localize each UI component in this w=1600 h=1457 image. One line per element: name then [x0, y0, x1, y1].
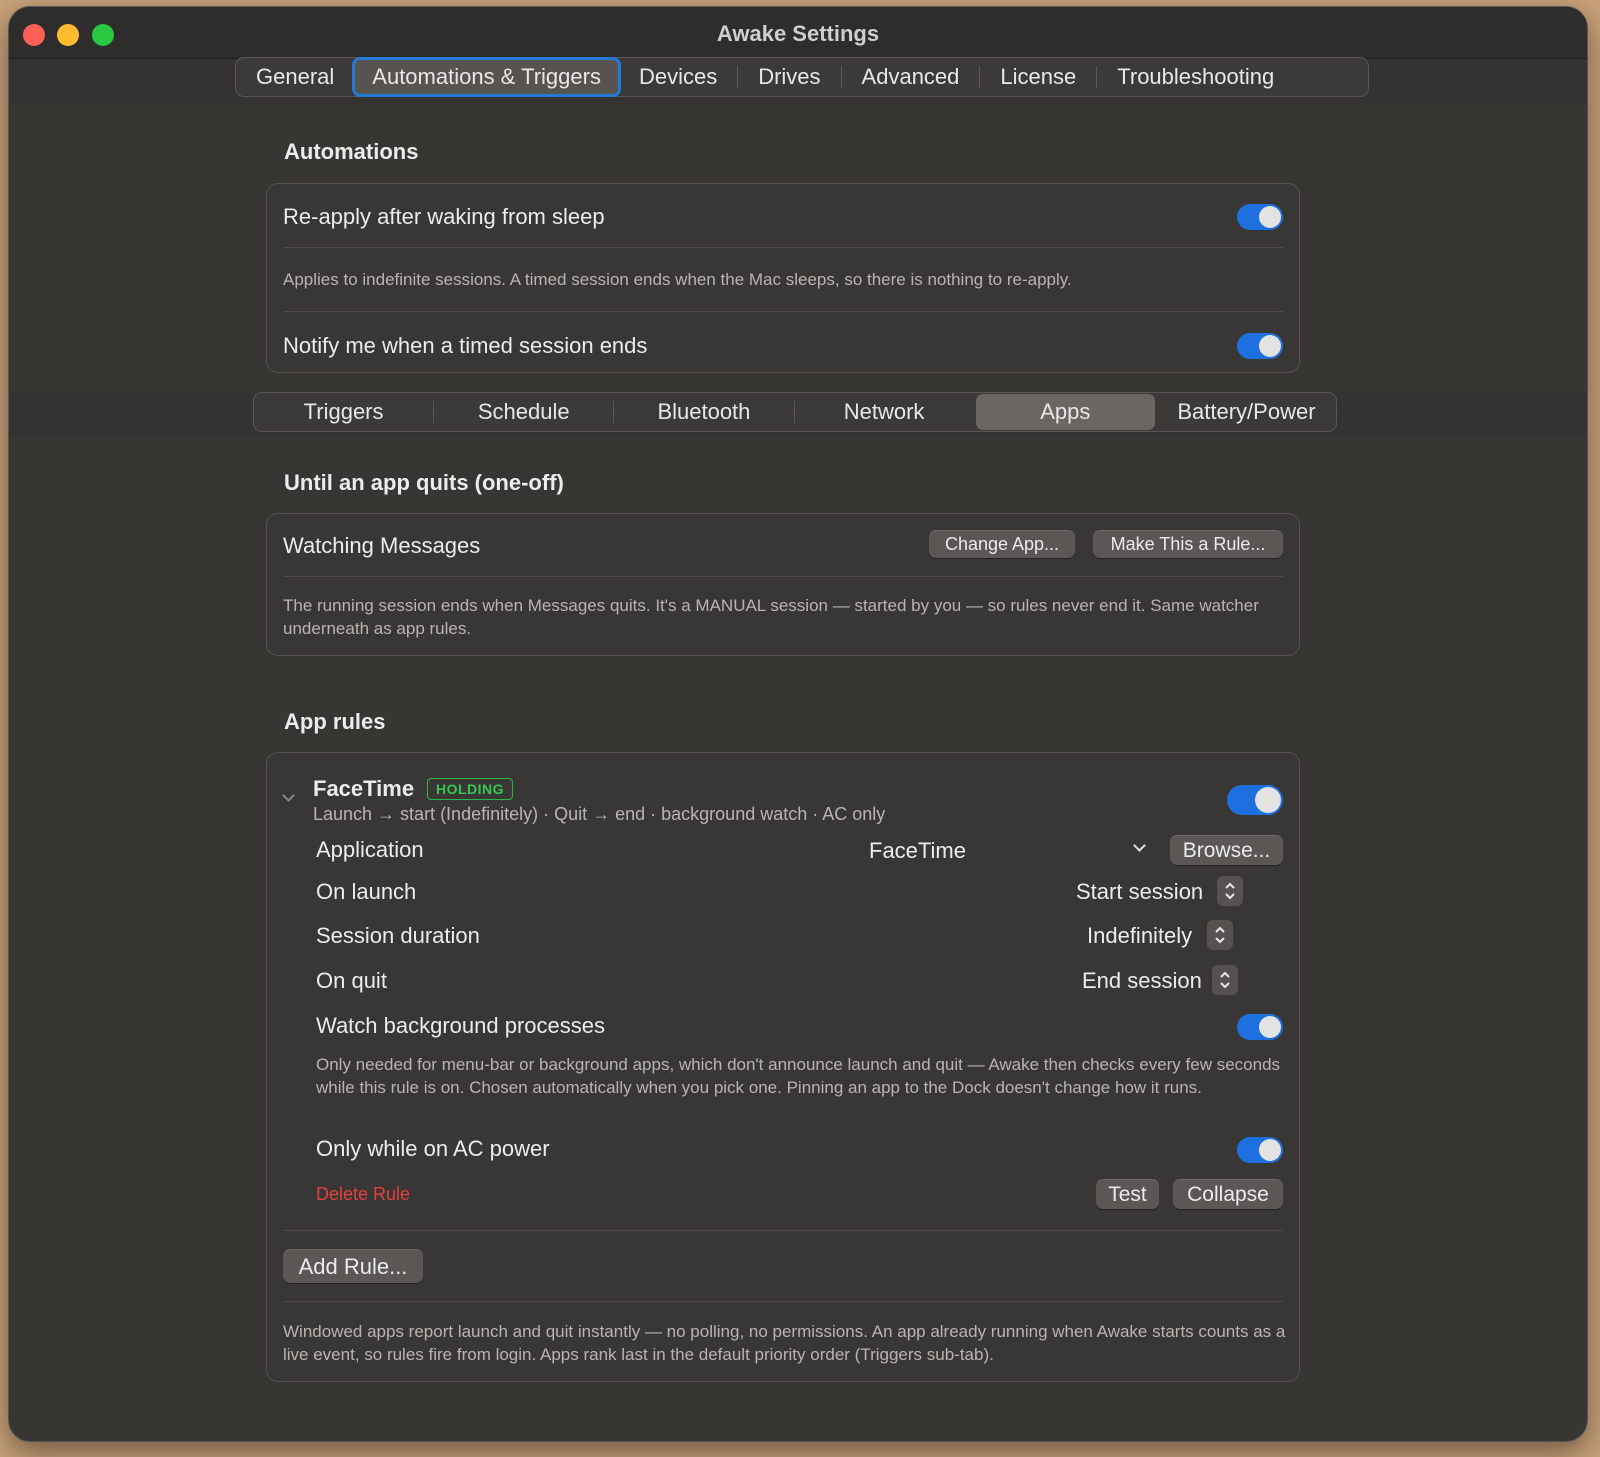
main-tab-bar: General Automations & Triggers Devices D…: [235, 57, 1369, 97]
on-quit-label: On quit: [316, 968, 387, 993]
up-down-arrows-icon[interactable]: [1212, 965, 1238, 995]
application-popup[interactable]: FaceTime: [869, 838, 966, 864]
on-launch-popup[interactable]: Start session: [1076, 879, 1203, 905]
subtab-schedule[interactable]: Schedule: [434, 393, 613, 431]
app-rules-card: FaceTime HOLDING Launch → start (Indefin…: [266, 752, 1300, 1382]
duration-popup[interactable]: Indefinitely: [1087, 923, 1192, 949]
up-down-arrows-icon[interactable]: [1207, 920, 1233, 950]
app-rules-heading: App rules: [284, 709, 386, 734]
up-down-arrows-icon[interactable]: [1217, 876, 1243, 906]
ac-power-toggle[interactable]: [1237, 1137, 1283, 1163]
disclosure-chevron-icon[interactable]: [282, 789, 295, 802]
add-rule-button[interactable]: Add Rule...: [283, 1249, 423, 1283]
reapply-label: Re-apply after waking from sleep: [283, 204, 605, 229]
notify-toggle[interactable]: [1237, 333, 1283, 359]
rule-enabled-toggle[interactable]: [1227, 785, 1283, 815]
rule-summary: Launch → start (Indefinitely) · Quit → e…: [313, 804, 886, 824]
automations-card: Re-apply after waking from sleep Applies…: [266, 183, 1300, 373]
divider: [283, 576, 1283, 577]
subtab-network[interactable]: Network: [795, 393, 974, 431]
one-off-heading: Until an app quits (one-off): [284, 470, 564, 495]
automations-heading: Automations: [284, 139, 419, 164]
change-app-button[interactable]: Change App...: [929, 530, 1075, 558]
reapply-note: Applies to indefinite sessions. A timed …: [283, 270, 1072, 289]
background-label: Watch background processes: [316, 1013, 605, 1038]
tab-troubleshooting[interactable]: Troubleshooting: [1097, 58, 1294, 96]
one-off-card: Watching Messages Change App... Make Thi…: [266, 513, 1300, 656]
reapply-toggle[interactable]: [1237, 204, 1283, 230]
subtab-bluetooth[interactable]: Bluetooth: [614, 393, 793, 431]
collapse-button[interactable]: Collapse: [1173, 1179, 1283, 1209]
tab-license[interactable]: License: [980, 58, 1096, 96]
divider: [283, 247, 1283, 248]
chevron-down-icon[interactable]: [1133, 839, 1146, 852]
one-off-note: The running session ends when Messages q…: [283, 596, 1259, 638]
tab-general[interactable]: General: [236, 58, 354, 96]
subtab-apps[interactable]: Apps: [975, 394, 1155, 430]
divider: [283, 1230, 1283, 1231]
settings-window: Awake Settings General Automations & Tri…: [8, 6, 1588, 1442]
background-toggle[interactable]: [1237, 1014, 1283, 1040]
status-badge: HOLDING: [427, 778, 514, 800]
tab-advanced[interactable]: Advanced: [842, 58, 980, 96]
divider: [283, 311, 1283, 312]
on-launch-label: On launch: [316, 879, 417, 904]
tab-drives[interactable]: Drives: [738, 58, 840, 96]
title-bar: Awake Settings: [9, 7, 1587, 59]
subtab-bar: Triggers Schedule Bluetooth Network Apps…: [253, 392, 1337, 432]
watching-label: Watching Messages: [283, 533, 481, 558]
rule-name: FaceTime: [313, 776, 415, 801]
delete-rule-button[interactable]: Delete Rule: [316, 1184, 410, 1205]
tab-automations-triggers[interactable]: Automations & Triggers: [352, 57, 621, 97]
browse-button[interactable]: Browse...: [1170, 835, 1283, 865]
window-title: Awake Settings: [716, 21, 880, 46]
make-rule-button[interactable]: Make This a Rule...: [1093, 530, 1283, 558]
subtab-triggers[interactable]: Triggers: [254, 393, 433, 431]
notify-label: Notify me when a timed session ends: [283, 333, 648, 358]
divider: [283, 1301, 1283, 1302]
on-quit-popup[interactable]: End session: [1082, 968, 1202, 994]
background-note: Only needed for menu-bar or background a…: [316, 1055, 1281, 1097]
subtab-battery-power[interactable]: Battery/Power: [1157, 393, 1336, 431]
application-label: Application: [316, 837, 424, 862]
ac-power-label: Only while on AC power: [316, 1136, 550, 1161]
footer-note: Windowed apps report launch and quit ins…: [283, 1322, 1286, 1364]
tab-devices[interactable]: Devices: [619, 58, 737, 96]
duration-label: Session duration: [316, 923, 480, 948]
test-button[interactable]: Test: [1096, 1179, 1159, 1209]
